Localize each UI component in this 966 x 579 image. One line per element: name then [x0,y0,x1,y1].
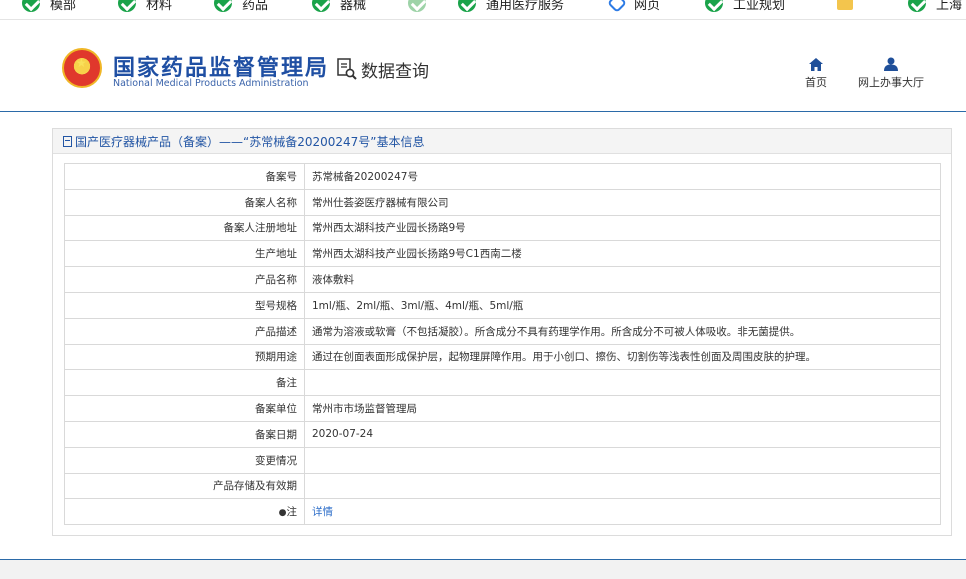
table-row: 产品存储及有效期 [64,472,941,500]
site-header: 国家药品监督管理局 National Medical Products Admi… [0,20,966,112]
page-label: 数据查询 [361,62,429,82]
bookmark-item[interactable]: 模部 [22,0,76,14]
table-row-note: ●注 详情 [64,498,941,526]
table-row: 产品描述 通常为溶液或软膏（不包括凝胶）。所含成分不具有药理学作用。所含成分不可被… [64,317,941,345]
bookmark-item[interactable]: 材料 [118,0,172,14]
field-value: 2020-07-24 [304,420,941,448]
nav-home[interactable]: 首页 [803,53,829,90]
table-row: 生产地址 常州西太湖科技产业园长扬路9号C1西南二楼 [64,240,941,268]
pin-icon: ● [278,508,287,519]
field-label: 产品名称 [64,266,305,293]
table-row: 备案人注册地址 常州西太湖科技产业园长扬路9号 [64,214,941,242]
field-label: 备注 [64,369,305,397]
home-icon [809,58,823,71]
field-label: 备案人名称 [64,188,305,216]
bookmark-item[interactable]: 药品 [214,0,268,14]
green-check-icon [214,0,232,12]
search-document-icon [337,58,357,80]
nav-online-hall[interactable]: 网上办事大厅 [853,53,929,90]
blue-diamond-icon [607,0,627,13]
details-link[interactable]: 详情 [312,506,333,518]
field-value: 通过在创面表面形成保护层，起物理屏障作用。用于小创口、擦伤、切割伤等浅表性创面及… [304,343,941,371]
field-value [304,369,941,397]
note-label: 注 [286,506,298,519]
nav-hall-label: 网上办事大厅 [858,76,924,89]
green-check-icon [118,0,136,12]
green-check-icon [22,0,40,12]
nav-home-label: 首页 [805,76,827,89]
table-row: 备案单位 常州市市场监督管理局 [64,395,941,422]
field-label: 备案单位 [64,395,305,422]
bookmark-item[interactable] [408,0,436,14]
table-row: 备注 [64,369,941,397]
field-value: 通常为溶液或软膏（不包括凝胶）。所含成分不具有药理学作用。所含成分不可被人体吸收… [304,317,941,345]
bookmark-bar: 模部 材料 药品 器械 通用医疗服务 网页 工业规划 上海 [0,0,966,20]
field-label: 产品存储及有效期 [64,472,305,500]
field-value [304,446,941,474]
panel-title-text: 国产医疗器械产品（备案）——“苏常械备20200247号”基本信息 [75,134,425,149]
field-label: 备案人注册地址 [64,214,305,242]
field-value: 1ml/瓶、2ml/瓶、3ml/瓶、4ml/瓶、5ml/瓶 [304,291,941,319]
pale-check-icon [408,0,426,12]
info-panel: 国产医疗器械产品（备案）——“苏常械备20200247号”基本信息 备案号 苏常械… [52,128,952,536]
green-check-icon [705,0,723,12]
field-value [304,472,941,500]
bookmark-item[interactable]: 网页 [607,0,660,14]
national-emblem-logo[interactable] [62,48,102,88]
green-check-icon [908,0,926,12]
footer-bar [0,559,966,579]
field-label: 生产地址 [64,240,305,268]
panel-title: 国产医疗器械产品（备案）——“苏常械备20200247号”基本信息 [53,129,951,154]
folder-icon [837,0,853,10]
note-label-cell: ●注 [64,498,305,526]
document-icon [63,135,72,147]
table-row: 预期用途 通过在创面表面形成保护层，起物理屏障作用。用于小创口、擦伤、切割伤等浅表… [64,343,941,371]
green-check-icon [458,0,476,12]
bookmark-item[interactable]: 上海 [908,0,962,14]
field-label: 备案号 [64,163,305,190]
table-row: 产品名称 液体敷料 [64,266,941,293]
bookmark-item[interactable] [837,0,863,14]
info-table: 备案号 苏常械备20200247号 备案人名称 常州仕荟姿医疗器械有限公司 备案人注册地… [64,163,941,526]
field-value: 液体敷料 [304,266,941,293]
field-label: 产品描述 [64,317,305,345]
table-row: 备案号 苏常械备20200247号 [64,163,941,190]
green-check-icon [312,0,330,12]
note-value-cell: 详情 [304,498,941,526]
field-value: 常州仕荟姿医疗器械有限公司 [304,188,941,216]
table-row: 型号规格 1ml/瓶、2ml/瓶、3ml/瓶、4ml/瓶、5ml/瓶 [64,291,941,319]
field-value: 苏常械备20200247号 [304,163,941,190]
field-label: 型号规格 [64,291,305,319]
table-row: 变更情况 [64,446,941,474]
field-value: 常州西太湖科技产业园长扬路9号 [304,214,941,242]
field-value: 常州西太湖科技产业园长扬路9号C1西南二楼 [304,240,941,268]
field-label: 备案日期 [64,420,305,448]
field-label: 变更情况 [64,446,305,474]
field-label: 预期用途 [64,343,305,371]
bookmark-item[interactable]: 通用医疗服务 [458,0,564,14]
table-row: 备案人名称 常州仕荟姿医疗器械有限公司 [64,188,941,216]
field-value: 常州市市场监督管理局 [304,395,941,422]
table-row: 备案日期 2020-07-24 [64,420,941,448]
brand-name-en: National Medical Products Administration [113,78,309,89]
user-icon [884,57,898,71]
bookmark-item[interactable]: 器械 [312,0,366,14]
bookmark-item[interactable]: 工业规划 [705,0,785,14]
